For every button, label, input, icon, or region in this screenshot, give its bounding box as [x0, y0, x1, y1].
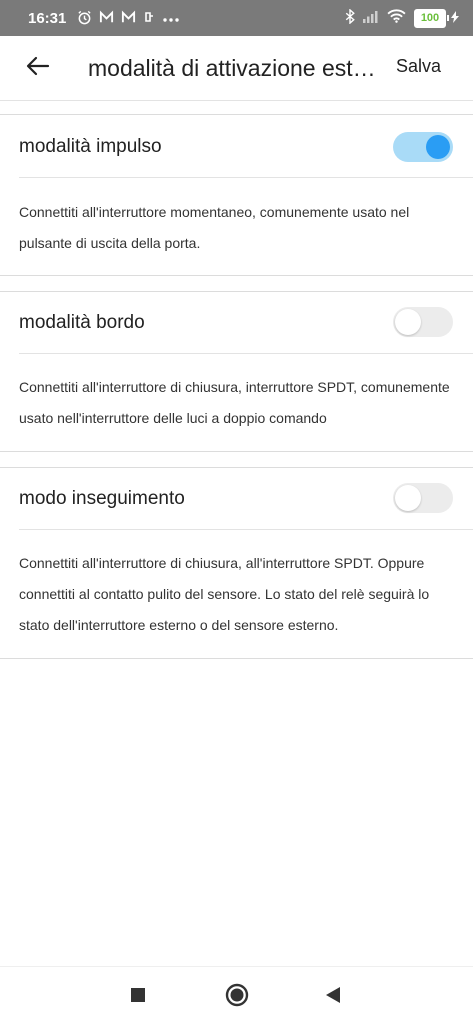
battery-indicator: 100: [414, 8, 459, 28]
section-divider: [0, 658, 473, 659]
battery-tip: [447, 15, 449, 21]
battery-level: 100: [414, 8, 446, 28]
square-icon: [130, 987, 146, 1008]
section-divider: [0, 114, 473, 115]
triangle-left-icon: [325, 986, 341, 1009]
recents-button[interactable]: [122, 981, 154, 1013]
mode-row-follow: modo inseguimento: [0, 469, 473, 529]
status-left: 16:31: [28, 10, 180, 27]
back-button[interactable]: [0, 36, 62, 100]
row-divider: [19, 353, 473, 354]
mode-label-follow: modo inseguimento: [19, 488, 185, 509]
system-navigation-bar: [0, 966, 473, 1025]
mode-description-impulse: Connettiti all'interruttore momentaneo, …: [19, 204, 410, 251]
mode-description-follow: Connettiti all'interruttore di chiusura,…: [19, 555, 430, 633]
section-divider: [0, 275, 473, 276]
mode-row-impulse: modalità impulso: [0, 117, 473, 177]
arrow-left-icon: [26, 56, 50, 81]
save-button[interactable]: Salva: [396, 56, 441, 77]
bluetooth-icon: [345, 7, 355, 28]
home-button[interactable]: [221, 981, 253, 1013]
signal-icon: [363, 10, 379, 27]
back-nav-button[interactable]: [317, 981, 349, 1013]
mode-label-impulse: modalità impulso: [19, 136, 162, 157]
header-divider: [0, 100, 473, 101]
row-divider: [19, 177, 473, 178]
section-divider: [0, 451, 473, 452]
toggle-knob: [426, 135, 450, 159]
section-divider: [0, 467, 473, 468]
follow-mode-toggle[interactable]: [393, 483, 453, 513]
notification-small-icon: [143, 10, 155, 26]
section-divider: [0, 291, 473, 292]
status-bar: 16:31 100: [0, 0, 473, 36]
alarm-clock-icon: [77, 10, 92, 27]
row-divider: [19, 529, 473, 530]
charging-icon: [451, 10, 459, 26]
notification-app-icon: [99, 10, 114, 27]
circle-icon: [225, 983, 249, 1012]
toggle-knob: [395, 309, 421, 335]
toggle-knob: [395, 485, 421, 511]
status-time: 16:31: [28, 9, 67, 27]
top-app-bar: modalità di attivazione esterna Salva: [0, 36, 473, 100]
edge-mode-toggle[interactable]: [393, 307, 453, 337]
page-title: modalità di attivazione esterna: [88, 54, 388, 81]
status-right: 100: [345, 7, 459, 28]
notification-app-icon-2: [121, 10, 136, 27]
mode-label-edge: modalità bordo: [19, 312, 145, 333]
mode-description-edge: Connettiti all'interruttore di chiusura,…: [19, 379, 450, 426]
wifi-icon: [387, 9, 406, 27]
impulse-mode-toggle[interactable]: [393, 132, 453, 162]
more-notifications-icon: [162, 11, 180, 25]
mode-row-edge: modalità bordo: [0, 293, 473, 353]
